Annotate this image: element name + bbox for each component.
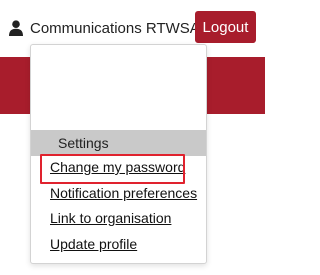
user-name: Communications RTWSA <box>30 19 200 37</box>
user-menu-toggle[interactable]: Communications RTWSA <box>9 16 212 40</box>
page: Communications RTWSA Logout Settings Cha… <box>0 0 265 275</box>
menu-section-header-settings: Settings <box>31 130 206 156</box>
logout-button[interactable]: Logout <box>195 11 256 43</box>
change-password-link[interactable]: Change my password <box>50 158 185 176</box>
user-dropdown-menu: Settings Change my password Notification… <box>30 44 207 264</box>
update-profile-link[interactable]: Update profile <box>50 235 137 253</box>
notification-preferences-link[interactable]: Notification preferences <box>50 184 197 202</box>
user-icon <box>9 20 23 36</box>
link-to-organisation-link[interactable]: Link to organisation <box>50 209 171 227</box>
